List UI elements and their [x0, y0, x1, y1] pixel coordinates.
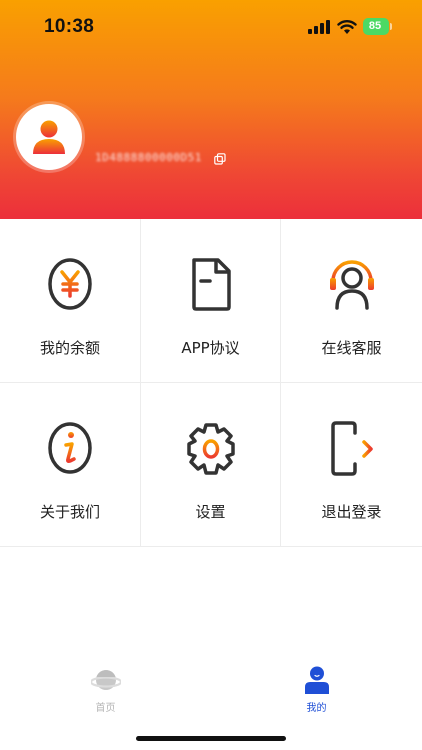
- user-avatar-icon: [33, 120, 65, 154]
- menu-item-online-service[interactable]: 在线客服: [281, 219, 422, 383]
- logout-icon: [330, 421, 373, 476]
- home-indicator: [136, 736, 286, 741]
- menu-item-settings[interactable]: 设置: [141, 383, 281, 547]
- avatar[interactable]: [16, 104, 82, 170]
- profile-header: 10:38 85 1D4888800000D51: [0, 0, 422, 219]
- headset-agent-icon: [329, 260, 374, 310]
- gear-icon: [186, 423, 235, 475]
- info-icon: [48, 422, 92, 474]
- menu-item-label: APP协议: [181, 339, 240, 357]
- menu-item-label: 我的余额: [39, 339, 100, 357]
- tab-home-label: 首页: [95, 703, 116, 714]
- tab-mine-label: 我的: [306, 703, 327, 714]
- copy-icon[interactable]: [214, 153, 226, 165]
- menu-grid: 我的余额 APP协议 在线客服 关于我们 设置 退出登录: [0, 219, 422, 547]
- menu-item-about-us[interactable]: 关于我们: [0, 383, 141, 547]
- account-id: 1D4888800000D51: [95, 151, 202, 164]
- yuan-coin-icon: [48, 258, 92, 310]
- user-icon: [304, 666, 329, 694]
- menu-item-label: 在线客服: [321, 339, 382, 357]
- battery-cap: [390, 23, 392, 30]
- menu-item-label: 退出登录: [321, 503, 382, 521]
- menu-item-balance[interactable]: 我的余额: [0, 219, 141, 383]
- status-bar: 10:38 85: [0, 0, 422, 54]
- menu-item-logout[interactable]: 退出登录: [281, 383, 422, 547]
- bottom-tab-bar: 首页 我的: [0, 660, 422, 720]
- menu-item-label: 设置: [195, 503, 226, 521]
- wifi-icon: [337, 20, 357, 34]
- planet-icon: [90, 670, 121, 690]
- cellular-signal-icon: [308, 20, 330, 34]
- battery-level: 85: [368, 20, 382, 32]
- status-time: 10:38: [44, 16, 95, 37]
- document-icon: [191, 258, 231, 311]
- battery-icon: 85: [363, 18, 393, 35]
- tab-mine[interactable]: 我的: [211, 660, 422, 720]
- menu-item-app-agreement[interactable]: APP协议: [141, 219, 281, 383]
- tab-home[interactable]: 首页: [0, 660, 211, 720]
- menu-item-label: 关于我们: [39, 503, 100, 521]
